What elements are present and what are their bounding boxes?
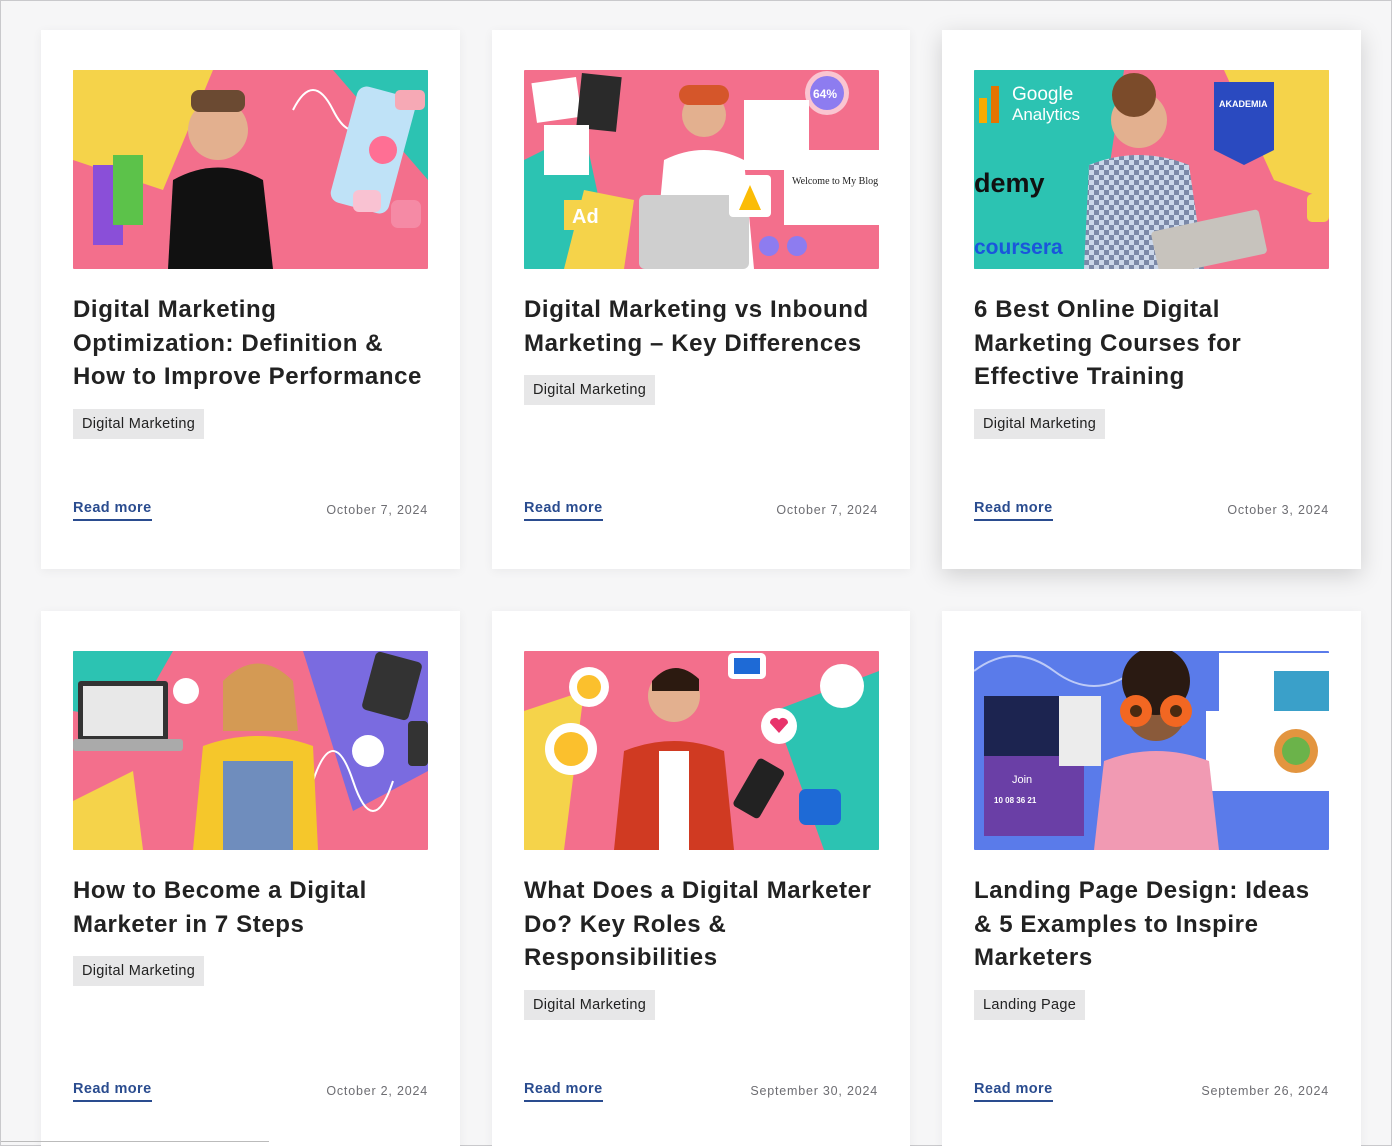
blog-post-card: Google Analytics demy coursera AKADEMIA [942, 30, 1361, 569]
post-title[interactable]: Digital Marketing Optimization: Definiti… [73, 293, 428, 394]
read-more-link[interactable]: Read more [974, 1081, 1053, 1102]
category-tag[interactable]: Digital Marketing [73, 409, 205, 440]
category-tag[interactable]: Digital Marketing [974, 409, 1106, 440]
post-title[interactable]: What Does a Digital Marketer Do? Key Rol… [524, 874, 878, 975]
ad-label: Ad [572, 206, 599, 228]
blog-post-card: Digital Marketing Optimization: Definiti… [41, 30, 460, 569]
category-tag[interactable]: Digital Marketing [73, 956, 205, 987]
read-more-link[interactable]: Read more [73, 500, 152, 521]
blog-post-card: What Does a Digital Marketer Do? Key Rol… [492, 611, 910, 1146]
post-title[interactable]: How to Become a Digital Marketer in 7 St… [73, 874, 428, 941]
blog-post-grid: Digital Marketing Optimization: Definiti… [41, 30, 1361, 1146]
post-date: September 30, 2024 [750, 1084, 878, 1098]
post-footer: Read more September 30, 2024 [524, 1081, 878, 1102]
analytics-logo-text: Analytics [1012, 105, 1080, 124]
post-title[interactable]: Digital Marketing vs Inbound Marketing –… [524, 293, 878, 360]
thumbnail-illustration: Ad Welcome to My Blog 64% [524, 70, 879, 269]
post-date: October 3, 2024 [1227, 503, 1329, 517]
post-thumbnail[interactable] [73, 651, 428, 850]
page-divider [1, 1141, 269, 1142]
blog-post-card: How to Become a Digital Marketer in 7 St… [41, 611, 460, 1146]
percent-badge: 64% [813, 87, 837, 101]
read-more-link[interactable]: Read more [974, 500, 1053, 521]
post-footer: Read more October 2, 2024 [73, 1081, 428, 1102]
akademia-badge-text: AKADEMIA [1219, 99, 1268, 109]
post-title[interactable]: 6 Best Online Digital Marketing Courses … [974, 293, 1329, 394]
coursera-logo-text: coursera [974, 236, 1063, 259]
post-thumbnail[interactable]: Google Analytics demy coursera AKADEMIA [974, 70, 1329, 269]
post-thumbnail[interactable] [73, 70, 428, 269]
read-more-link[interactable]: Read more [73, 1081, 152, 1102]
join-label: Join [1012, 774, 1032, 786]
post-date: October 7, 2024 [776, 503, 878, 517]
post-title[interactable]: Landing Page Design: Ideas & 5 Examples … [974, 874, 1329, 975]
post-thumbnail[interactable]: Ad Welcome to My Blog 64% [524, 70, 879, 269]
thumbnail-illustration [524, 651, 879, 850]
post-date: October 7, 2024 [326, 503, 428, 517]
category-tag[interactable]: Digital Marketing [524, 375, 656, 406]
blog-post-card: Ad Welcome to My Blog 64% Digital Market… [492, 30, 910, 569]
category-tag[interactable]: Landing Page [974, 990, 1086, 1021]
thumbnail-illustration: Google Analytics demy coursera AKADEMIA [974, 70, 1329, 269]
post-thumbnail[interactable] [524, 651, 879, 850]
post-footer: Read more October 7, 2024 [524, 500, 878, 521]
blog-label: Welcome to My Blog [792, 176, 878, 187]
thumbnail-illustration: Join 10 08 36 21 [974, 651, 1329, 850]
post-footer: Read more September 26, 2024 [974, 1081, 1329, 1102]
post-date: September 26, 2024 [1201, 1084, 1329, 1098]
udemy-logo-text: demy [974, 168, 1045, 198]
countdown-label: 10 08 36 21 [994, 796, 1037, 805]
post-footer: Read more October 3, 2024 [974, 500, 1329, 521]
thumbnail-illustration [73, 651, 428, 850]
post-date: October 2, 2024 [326, 1084, 428, 1098]
post-thumbnail[interactable]: Join 10 08 36 21 [974, 651, 1329, 850]
blog-post-card: Join 10 08 36 21 Landing Page Design: Id… [942, 611, 1361, 1146]
thumbnail-illustration [73, 70, 428, 269]
read-more-link[interactable]: Read more [524, 500, 603, 521]
category-tag[interactable]: Digital Marketing [524, 990, 656, 1021]
post-footer: Read more October 7, 2024 [73, 500, 428, 521]
google-logo-text: Google [1012, 84, 1073, 105]
read-more-link[interactable]: Read more [524, 1081, 603, 1102]
